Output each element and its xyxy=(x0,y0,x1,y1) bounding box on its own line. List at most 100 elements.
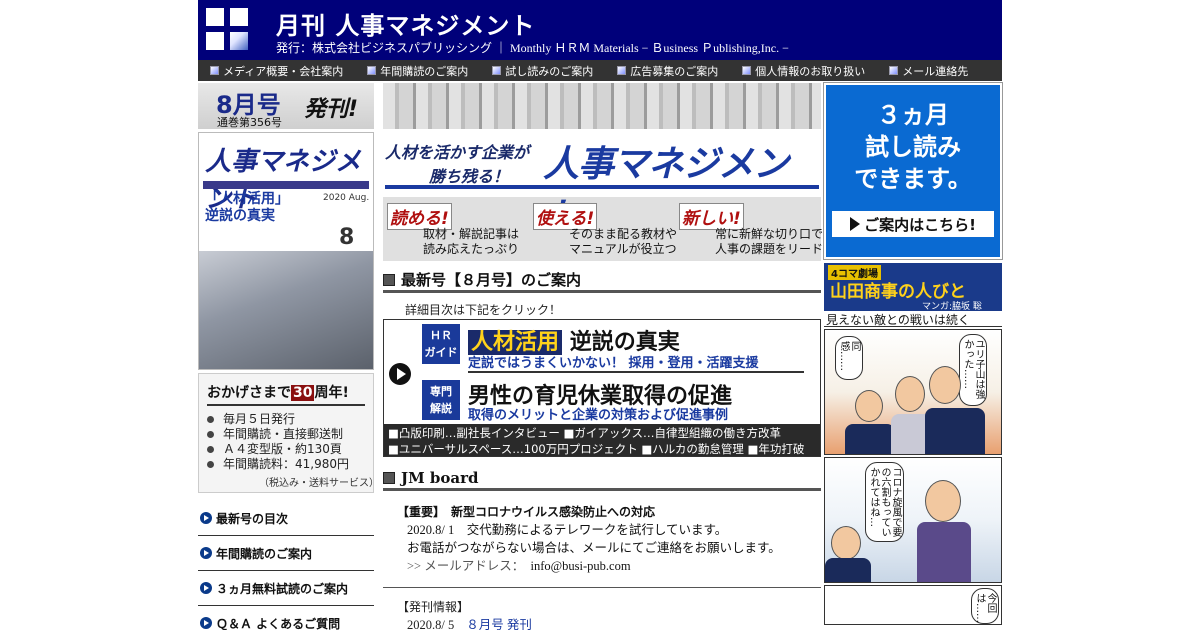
side-link-subscription[interactable]: 年間購読のご案内 xyxy=(198,536,374,571)
divider xyxy=(207,404,365,406)
manga-panel: 同感…… ユリ子山は強かった…… xyxy=(824,329,1002,455)
feature-line: マニュアルが役立つ xyxy=(569,242,677,256)
main-column: 人材を活かす企業が 勝ち残る！ 人事マネジメント 読める! 取材・解説記事は読み… xyxy=(383,83,823,630)
arrow-circle-icon xyxy=(200,512,212,524)
manga-author: マンガ:脇坂 聡 xyxy=(922,302,982,312)
heading-text: JM board xyxy=(401,468,479,487)
side-link-label: 年間購読のご案内 xyxy=(216,546,313,561)
speech-bubble: 同感…… xyxy=(835,336,863,380)
list-item-text: Ａ４変型版・約130頁 xyxy=(223,442,342,456)
character-body xyxy=(925,408,985,454)
bullet-dot-icon xyxy=(207,461,214,468)
cover-year: 2020 Aug. xyxy=(323,193,370,203)
bullet-square-icon xyxy=(492,66,502,75)
character-body xyxy=(917,522,971,582)
list-item: Ａ４変型版・約130頁 xyxy=(207,442,349,457)
feature-new: 新しい! 常に新鮮な切り口で 人事の課題をリード xyxy=(675,197,823,261)
character-face xyxy=(855,390,883,422)
feature-desc: 常に新鮮な切り口で 人事の課題をリード xyxy=(715,227,823,257)
list-item: 年間購読・直接郵送制 xyxy=(207,427,349,442)
feature-tag: 新しい! xyxy=(679,203,744,230)
cover-feature-line: 「人材活用」 xyxy=(205,191,289,207)
slogan-line: 人材を活かす企業が xyxy=(385,143,530,162)
jm-board-heading: JM board xyxy=(383,467,821,491)
divider xyxy=(468,371,804,373)
bullet-square-icon xyxy=(210,66,219,75)
side-links: 最新号の目次 年間購読のご案内 ３ヵ月無料試読のご案内 Ｑ＆Ａ よくあるご質問 xyxy=(198,501,374,630)
toc-subline-1: 定説ではうまくいかない！ 採用・登用・活躍支援 xyxy=(468,356,759,371)
anniversary-suffix: 周年! xyxy=(314,385,349,401)
feature-desc: そのまま配る教材や マニュアルが役立つ xyxy=(569,227,677,257)
logo-square xyxy=(206,32,224,50)
side-link-free-trial[interactable]: ３ヵ月無料試読のご案内 xyxy=(198,571,374,606)
info-list: 毎月５日発行 年間購読・直接郵送制 Ａ４変型版・約130頁 年間購読料：41,9… xyxy=(207,412,349,472)
feature-usable: 使える! そのまま配る教材や マニュアルが役立つ xyxy=(529,197,677,261)
feature-tag: 読める! xyxy=(387,203,452,230)
expert-badge: 専門 解説 xyxy=(422,380,460,420)
nav-media-overview[interactable]: メディア概要・会社案内 xyxy=(210,63,343,79)
badge-line: 専門 xyxy=(430,385,452,398)
arrow-circle-icon xyxy=(200,582,212,594)
feature-tag: 使える! xyxy=(533,203,598,230)
side-link-latest-toc[interactable]: 最新号の目次 xyxy=(198,501,374,536)
release-date: 2020.8/ 5 xyxy=(407,618,455,630)
trial-line: 試し読み xyxy=(865,133,961,161)
publisher-line: 発行：株式会社ビジネスパブリッシング ｜ Monthly ＨＲＭ Materia… xyxy=(276,41,789,55)
hr-guide-badge: ＨＲ ガイド xyxy=(422,324,460,364)
notice-line: お電話がつながらない場合は、メールにてご連絡をお願いします。 xyxy=(407,541,781,555)
trial-banner[interactable]: ３ヵ月 試し読み できます。 ご案内はこちら! xyxy=(823,82,1003,260)
release-link[interactable]: ８月号 発刊 xyxy=(466,618,532,630)
trial-button[interactable]: ご案内はこちら! xyxy=(832,211,994,237)
release-notice: 【発刊情報】 2020.8/ 5 ８月号 発刊 xyxy=(397,598,821,630)
city-banner-image xyxy=(383,83,821,129)
bullet-dot-icon xyxy=(207,416,214,423)
side-link-label: 最新号の目次 xyxy=(216,511,289,526)
badge-line: ＨＲ xyxy=(430,329,452,342)
bullet-dot-icon xyxy=(207,446,214,453)
heading-square-icon xyxy=(383,273,395,286)
magazine-cover[interactable]: 人事マネジメント 「人材活用」 逆説の真実 2020 Aug. 8 xyxy=(198,132,374,370)
feature-line: 取材・解説記事は xyxy=(423,227,520,241)
character-body xyxy=(845,424,895,454)
price-note: （税込み・送料サービス） xyxy=(259,478,379,489)
feature-strip: 読める! 取材・解説記事は 読み応えたっぷり 使える! そのまま配る教材や マニュア… xyxy=(383,197,823,261)
banner-slogan: 人材を活かす企業が 勝ち残る！ xyxy=(385,141,529,189)
cover-number: 8 xyxy=(339,225,355,250)
mail-prefix: >> メールアドレス： xyxy=(407,559,518,573)
bullet-square-icon xyxy=(617,66,627,75)
feature-line: 人事の課題をリード xyxy=(715,242,824,256)
nav-trial[interactable]: 試し読みのご案内 xyxy=(492,63,593,79)
cover-feature-line: 逆説の真実 xyxy=(205,208,275,224)
nav-contact[interactable]: メール連絡先 xyxy=(889,63,968,79)
divider xyxy=(383,587,821,588)
mail-line: >> メールアドレス： info@busi-pub.com xyxy=(397,557,821,575)
left-column: 8月号 通巻第356号 発刊! 人事マネジメント 「人材活用」 逆説の真実 20… xyxy=(198,83,379,630)
side-link-label: ３ヵ月無料試読のご案内 xyxy=(216,581,349,596)
manga-panel: コロナ旋風で要の六割もっていかれてはね… xyxy=(824,457,1002,583)
issue-banner[interactable]: 8月号 通巻第356号 発刊! xyxy=(198,83,374,129)
banner-rule xyxy=(385,185,819,189)
main-banner: 人材を活かす企業が 勝ち残る！ 人事マネジメント xyxy=(383,129,821,237)
character-face xyxy=(831,526,861,560)
logo-square xyxy=(206,8,224,26)
cover-stripe xyxy=(203,181,369,189)
side-link-faq[interactable]: Ｑ＆Ａ よくあるご質問 xyxy=(198,606,374,630)
nav-privacy[interactable]: 個人情報のお取り扱い xyxy=(742,63,865,79)
site-logo[interactable] xyxy=(206,8,250,52)
nav-label: メール連絡先 xyxy=(902,64,969,78)
toc-click-note: 詳細目次は下記をクリック！ xyxy=(405,303,562,317)
nav-subscription[interactable]: 年間購読のご案内 xyxy=(367,63,468,79)
play-icon xyxy=(389,363,411,385)
heading-text: 最新号【８月号】のご案内 xyxy=(401,271,582,289)
site-header: 月刊 人事マネジメント 発行：株式会社ビジネスパブリッシング ｜ Monthly… xyxy=(198,0,1002,60)
badge-line: ガイド xyxy=(424,346,458,359)
mail-address[interactable]: info@busi-pub.com xyxy=(531,559,631,573)
issue-published: 発刊! xyxy=(304,97,359,122)
nav-advertising[interactable]: 広告募集のご案内 xyxy=(617,63,718,79)
list-item-text: 毎月５日発行 xyxy=(223,412,296,426)
anniversary-box: おかげさまで 30 周年! 毎月５日発行 年間購読・直接郵送制 Ａ４変型版・約130… xyxy=(198,373,379,493)
latest-toc-banner[interactable]: ＨＲ ガイド 人材活用 逆説の真実 定説ではうまくいかない！ 採用・登用・活躍支援… xyxy=(383,319,821,457)
bullet-dot-icon xyxy=(207,431,214,438)
feature-line: 読み応えたっぷり xyxy=(423,242,520,256)
manga-header[interactable]: 4コマ劇場 山田商事の人びと マンガ:脇坂 聡 xyxy=(824,263,1002,312)
